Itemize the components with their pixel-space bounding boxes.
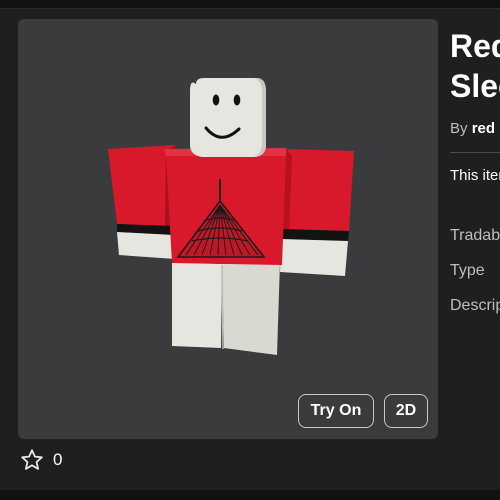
type-label: Type <box>450 262 485 279</box>
left-eye <box>212 94 220 106</box>
description-label: Description <box>450 297 500 314</box>
top-bar <box>0 0 500 8</box>
item-title-line-2: Sleeves <box>450 68 500 104</box>
tradable-label: Tradable <box>450 227 500 244</box>
bottom-strip <box>0 490 500 500</box>
item-title-line-1: Red <box>450 28 500 64</box>
item-thumbnail: Try On 2D <box>18 19 438 439</box>
right-leg <box>222 262 280 355</box>
by-label: By <box>450 120 468 137</box>
favorite-count: 0 <box>53 450 63 469</box>
right-arm <box>281 149 354 231</box>
favorite-control: 0 <box>20 448 62 472</box>
avatar-preview <box>18 19 438 439</box>
avatar-head <box>190 78 266 157</box>
details-divider <box>450 152 500 153</box>
item-title: Red Sleeves <box>450 26 500 106</box>
right-eye <box>233 94 241 106</box>
try-on-button[interactable]: Try On <box>298 394 374 428</box>
star-icon[interactable] <box>20 448 44 472</box>
top-divider <box>0 8 500 9</box>
left-leg <box>172 262 222 348</box>
creator-byline: By red <box>450 120 495 137</box>
view-2d-button[interactable]: 2D <box>384 394 428 428</box>
creator-link[interactable]: red <box>472 120 495 137</box>
item-details: Red Sleeves By red This item Tradable Ty… <box>450 20 500 490</box>
description-preview: This item <box>450 167 500 184</box>
